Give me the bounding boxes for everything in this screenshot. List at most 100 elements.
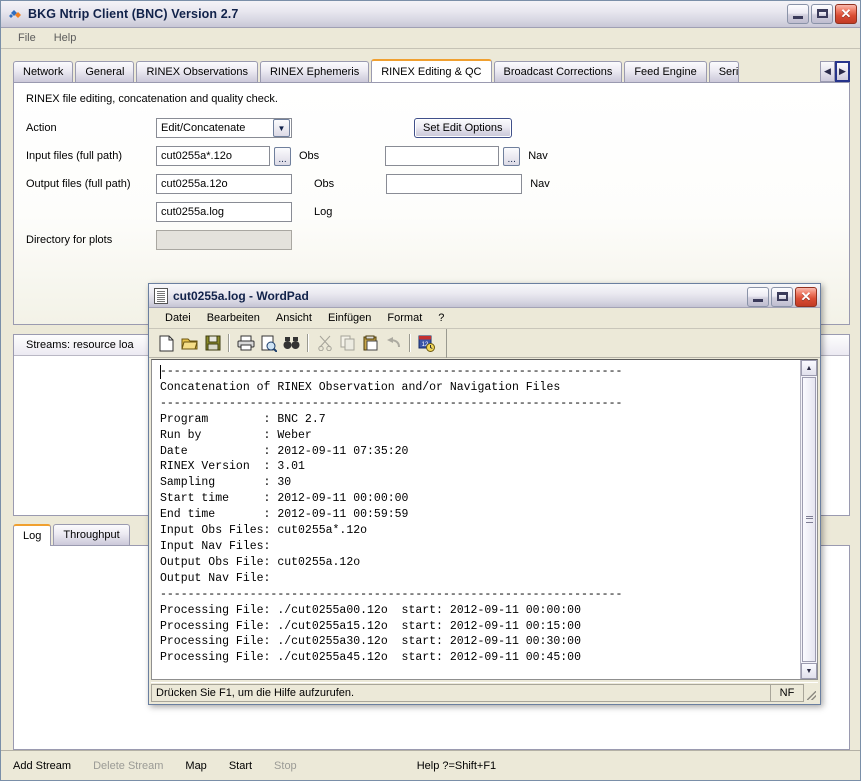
output-files-label: Output files (full path) <box>26 178 156 190</box>
copy-icon[interactable] <box>336 332 359 354</box>
toolbar-separator <box>409 334 411 352</box>
status-indicator: NF <box>770 684 804 702</box>
menu-item-bearbeiten[interactable]: Bearbeiten <box>199 310 268 326</box>
tab-scroll-arrows: ◀ ▶ <box>820 58 850 82</box>
log-file-content[interactable]: ----------------------------------------… <box>152 360 800 679</box>
help-hint-label: Help ?=Shift+F1 <box>417 760 497 772</box>
start-button[interactable]: Start <box>229 760 252 772</box>
menu-item-datei[interactable]: Datei <box>157 310 199 326</box>
date-time-icon[interactable]: 12 <box>415 332 438 354</box>
output-files-row: Output files (full path) cut0255a.12o Ob… <box>14 170 849 198</box>
tab-serial[interactable]: Seri <box>709 61 740 82</box>
status-hint: Drücken Sie F1, um die Hilfe aufzurufen. <box>151 684 770 702</box>
cut-icon[interactable] <box>313 332 336 354</box>
close-icon[interactable]: ✕ <box>795 287 817 307</box>
open-icon[interactable] <box>178 332 201 354</box>
tab-scroll-left-icon[interactable]: ◀ <box>820 61 835 82</box>
toolbar-filler <box>446 329 820 358</box>
tab-rinex-editing-qc[interactable]: RINEX Editing & QC <box>371 59 491 82</box>
print-preview-icon[interactable] <box>257 332 280 354</box>
input-obs-field[interactable]: cut0255a*.12o <box>156 146 270 166</box>
scrollbar-thumb[interactable] <box>802 377 816 662</box>
menu-item-help[interactable]: Help <box>45 30 86 46</box>
main-menubar: File Help <box>1 28 860 49</box>
tab-network[interactable]: Network <box>13 61 73 82</box>
wordpad-window: cut0255a.log - WordPad ✕ Datei Bearbeite… <box>148 283 821 705</box>
wordpad-window-controls: ✕ <box>747 287 817 307</box>
map-button[interactable]: Map <box>185 760 206 772</box>
action-row: Action Edit/Concatenate ▼ Set Edit Optio… <box>14 114 849 142</box>
chevron-down-icon[interactable]: ▼ <box>273 119 290 137</box>
maximize-icon[interactable] <box>771 287 793 307</box>
undo-icon[interactable] <box>382 332 405 354</box>
log-file-field[interactable]: cut0255a.log <box>156 202 292 222</box>
input-files-label: Input files (full path) <box>26 150 156 162</box>
tab-throughput[interactable]: Throughput <box>53 524 129 545</box>
set-edit-options-button[interactable]: Set Edit Options <box>414 118 512 138</box>
plots-dir-label: Directory for plots <box>26 234 156 246</box>
output-nav-field[interactable] <box>386 174 522 194</box>
plots-dir-row: Directory for plots <box>14 226 849 254</box>
document-icon <box>154 288 168 304</box>
log-file-row: cut0255a.log Log <box>14 198 849 226</box>
add-stream-button[interactable]: Add Stream <box>13 760 71 772</box>
tab-broadcast-corrections[interactable]: Broadcast Corrections <box>494 61 623 82</box>
tabstrip-wrap: Network General RINEX Observations RINEX… <box>13 58 850 82</box>
main-titlebar: BKG Ntrip Client (BNC) Version 2.7 ✕ <box>1 1 860 28</box>
main-tabstrip: Network General RINEX Observations RINEX… <box>13 58 820 82</box>
input-obs-browse-button[interactable]: ... <box>274 147 291 166</box>
scrollbar-grip <box>806 516 813 523</box>
wordpad-statusbar: Drücken Sie F1, um die Hilfe aufzurufen.… <box>151 682 818 702</box>
stop-button[interactable]: Stop <box>274 760 297 772</box>
input-nav-field[interactable] <box>385 146 499 166</box>
menu-item-ansicht[interactable]: Ansicht <box>268 310 320 326</box>
delete-stream-button[interactable]: Delete Stream <box>93 760 163 772</box>
scrollbar-track[interactable] <box>801 376 817 663</box>
maximize-icon[interactable] <box>811 4 833 24</box>
scroll-up-icon[interactable]: ▲ <box>801 360 817 376</box>
tab-rinex-observations[interactable]: RINEX Observations <box>136 61 257 82</box>
wordpad-edit-area[interactable]: ----------------------------------------… <box>151 359 818 680</box>
wordpad-title: cut0255a.log - WordPad <box>173 289 309 303</box>
tab-scroll-right-icon[interactable]: ▶ <box>835 61 850 82</box>
new-icon[interactable] <box>155 332 178 354</box>
wordpad-menubar: Datei Bearbeiten Ansicht Einfügen Format… <box>149 308 820 329</box>
input-nav-suffix-label: Nav <box>528 150 548 162</box>
scroll-down-icon[interactable]: ▼ <box>801 663 817 679</box>
print-icon[interactable] <box>234 332 257 354</box>
minimize-icon[interactable] <box>787 4 809 24</box>
action-label: Action <box>26 122 156 134</box>
menu-item-format[interactable]: Format <box>379 310 430 326</box>
log-file-suffix-label: Log <box>314 206 332 218</box>
output-obs-suffix-label: Obs <box>314 178 334 190</box>
action-select[interactable]: Edit/Concatenate ▼ <box>156 118 292 138</box>
main-window-title: BKG Ntrip Client (BNC) Version 2.7 <box>28 7 238 21</box>
tab-log[interactable]: Log <box>13 524 51 546</box>
bnc-app-icon <box>7 6 23 22</box>
minimize-icon[interactable] <box>747 287 769 307</box>
find-icon[interactable] <box>280 332 303 354</box>
toolbar-separator <box>228 334 230 352</box>
resize-grip-icon[interactable] <box>804 684 818 702</box>
output-nav-suffix-label: Nav <box>530 178 550 190</box>
vertical-scrollbar[interactable]: ▲ ▼ <box>800 360 817 679</box>
tab-rinex-ephemeris[interactable]: RINEX Ephemeris <box>260 61 369 82</box>
menu-item-einfuegen[interactable]: Einfügen <box>320 310 379 326</box>
paste-icon[interactable] <box>359 332 382 354</box>
menu-item-file[interactable]: File <box>9 30 45 46</box>
main-bottom-bar: Add Stream Delete Stream Map Start Stop … <box>1 750 860 780</box>
output-obs-field[interactable]: cut0255a.12o <box>156 174 292 194</box>
menu-item-help[interactable]: ? <box>430 310 452 326</box>
close-icon[interactable]: ✕ <box>835 4 857 24</box>
panel-description: RINEX file editing, concatenation and qu… <box>26 93 849 105</box>
input-nav-browse-button[interactable]: ... <box>503 147 520 166</box>
save-icon[interactable] <box>201 332 224 354</box>
main-window-controls: ✕ <box>787 4 857 24</box>
tab-general[interactable]: General <box>75 61 134 82</box>
action-select-value: Edit/Concatenate <box>161 122 273 134</box>
plots-dir-field[interactable] <box>156 230 292 250</box>
text-caret <box>160 365 161 379</box>
input-obs-suffix-label: Obs <box>299 150 319 162</box>
tab-feed-engine[interactable]: Feed Engine <box>624 61 706 82</box>
wordpad-toolbar: 12 <box>149 329 820 358</box>
